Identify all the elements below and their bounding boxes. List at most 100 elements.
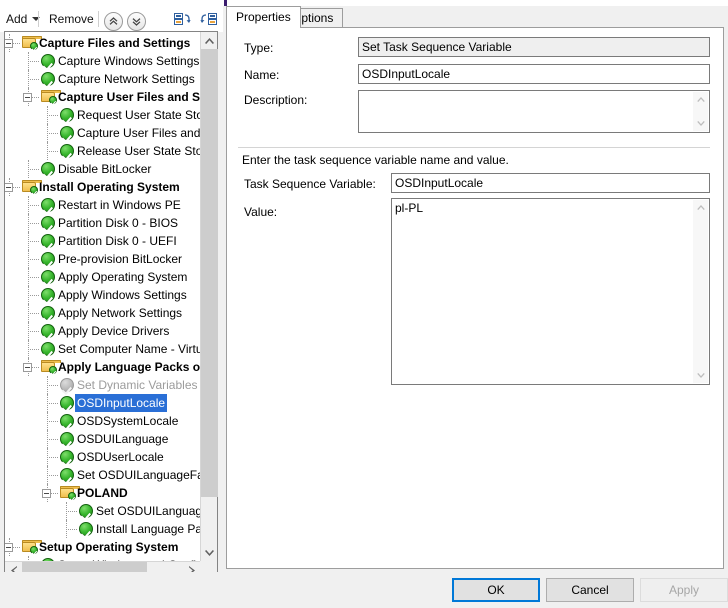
- chevron-down-icon: [696, 121, 705, 126]
- tree-item[interactable]: OSDUILanguage: [5, 430, 200, 448]
- task-sequence-editor-window: Add Remove Capture Files and Settings Ca…: [0, 0, 728, 608]
- tree-item[interactable]: Restart in Windows PE: [5, 196, 200, 214]
- tree-item[interactable]: OSDUserLocale: [5, 448, 200, 466]
- description-scrollbar[interactable]: [693, 92, 708, 131]
- tree-item[interactable]: Apply Device Drivers: [5, 322, 200, 340]
- tree-item[interactable]: Partition Disk 0 - UEFI: [5, 232, 200, 250]
- name-label: Name:: [244, 68, 280, 82]
- scroll-up-arrow[interactable]: [201, 32, 218, 49]
- remove-button-label: Remove: [49, 12, 94, 26]
- task-sequence-tree[interactable]: Capture Files and Settings Capture Window…: [4, 31, 218, 579]
- tree-item[interactable]: Capture User Files and Se: [5, 124, 200, 142]
- check-icon: [41, 162, 55, 176]
- tree-expander-minus[interactable]: [5, 183, 13, 192]
- tree-item[interactable]: OSDSystemLocale: [5, 412, 200, 430]
- tree-item[interactable]: Capture User Files and S: [5, 88, 200, 106]
- task-sequence-variable-field[interactable]: OSDInputLocale: [391, 173, 710, 193]
- dialog-footer: OK Cancel Apply: [0, 572, 728, 608]
- chevron-down-icon: [696, 373, 705, 378]
- tree-item[interactable]: Setup Operating System: [5, 538, 200, 556]
- tree-expander-minus[interactable]: [23, 93, 32, 102]
- tree-item-label: OSDSystemLocale: [77, 414, 179, 428]
- tree-connector: [28, 268, 30, 286]
- tab-strip: Properties Options: [226, 6, 728, 28]
- tree-item[interactable]: OSDInputLocale: [5, 394, 200, 412]
- tree-connector: [47, 412, 49, 430]
- check-icon: [41, 198, 55, 212]
- toolbar-separator-1: [38, 11, 39, 27]
- tab-properties-label: Properties: [236, 10, 291, 24]
- tree-expander-minus[interactable]: [23, 363, 32, 372]
- tree-item[interactable]: Set Dynamic Variables: [5, 376, 200, 394]
- tree-item[interactable]: Capture Network Settings: [5, 70, 200, 88]
- tree-connector: [28, 196, 30, 214]
- tree-expander-minus[interactable]: [5, 543, 13, 552]
- tree-item[interactable]: Apply Windows Settings: [5, 286, 200, 304]
- remove-button[interactable]: Remove: [45, 9, 98, 29]
- instruction-text: Enter the task sequence variable name an…: [242, 153, 509, 167]
- expand-all-button[interactable]: [198, 11, 218, 29]
- tree-item[interactable]: Apply Operating System: [5, 268, 200, 286]
- section-divider: [238, 147, 710, 148]
- tree-connector: [28, 160, 30, 178]
- move-down-button[interactable]: [127, 12, 146, 31]
- value-scroll-down[interactable]: [693, 368, 708, 383]
- tree-item[interactable]: Release User State Storag: [5, 142, 200, 160]
- description-scroll-up[interactable]: [693, 92, 708, 107]
- value-scroll-up[interactable]: [693, 200, 708, 215]
- value-scrollbar[interactable]: [693, 200, 708, 383]
- tree-item[interactable]: Set OSDUILanguage: [5, 502, 200, 520]
- tree-item-label: Capture Windows Settings: [58, 54, 200, 68]
- tree-item[interactable]: Apply Language Packs o: [5, 358, 200, 376]
- check-disabled-icon: [60, 378, 74, 392]
- tree-expander-minus[interactable]: [5, 39, 13, 48]
- collapse-all-button[interactable]: [172, 11, 192, 29]
- tree-item-label: Install Language Pack: [96, 522, 200, 536]
- folder-check-icon: [22, 180, 42, 194]
- tree-item[interactable]: Set Computer Name - Virtual: [5, 340, 200, 358]
- apply-button-label: Apply: [668, 583, 700, 597]
- tree-item[interactable]: Set OSDUILanguageFallb: [5, 466, 200, 484]
- ok-button[interactable]: OK: [452, 578, 540, 602]
- value-field[interactable]: pl-PL: [391, 198, 710, 385]
- cancel-button-label: Cancel: [571, 583, 609, 597]
- tree-connector: [47, 124, 49, 142]
- tree-item-label: Restart in Windows PE: [58, 198, 181, 212]
- value-label: Value:: [244, 205, 278, 219]
- tree-item[interactable]: Request User State Storag: [5, 106, 200, 124]
- apply-button: Apply: [640, 578, 728, 602]
- check-icon: [79, 504, 93, 518]
- scroll-down-arrow[interactable]: [201, 544, 218, 561]
- tree-item[interactable]: Apply Network Settings: [5, 304, 200, 322]
- properties-panel: Type: Set Task Sequence Variable Name: O…: [226, 27, 724, 569]
- tree-item[interactable]: Install Operating System: [5, 178, 200, 196]
- tree-item-label: Capture User Files and S: [58, 90, 200, 104]
- tree-item[interactable]: Disable BitLocker: [5, 160, 200, 178]
- name-field[interactable]: OSDInputLocale: [358, 64, 710, 84]
- tree-item[interactable]: Capture Files and Settings: [5, 34, 200, 52]
- tree-connector: [47, 142, 49, 160]
- tree-vertical-scrollbar[interactable]: [200, 32, 218, 561]
- tree-connector: [28, 52, 30, 70]
- cancel-button[interactable]: Cancel: [546, 578, 634, 602]
- check-icon: [60, 108, 74, 122]
- move-up-button[interactable]: [104, 12, 123, 31]
- description-scroll-down[interactable]: [693, 116, 708, 131]
- tree-item[interactable]: Install Language Pack: [5, 520, 200, 538]
- tab-panel-seam: [228, 27, 282, 29]
- type-label: Type:: [244, 41, 274, 55]
- tree-connector: [47, 466, 49, 484]
- tree-item[interactable]: Capture Windows Settings: [5, 52, 200, 70]
- description-field[interactable]: [358, 90, 710, 133]
- scroll-thumb-vertical[interactable]: [201, 49, 218, 497]
- tree-expander-minus[interactable]: [42, 489, 51, 498]
- check-icon: [60, 414, 74, 428]
- tree-item[interactable]: Partition Disk 0 - BIOS: [5, 214, 200, 232]
- tree-item[interactable]: Pre-provision BitLocker: [5, 250, 200, 268]
- tab-properties[interactable]: Properties: [226, 6, 301, 28]
- toolbar-separator-2: [98, 11, 99, 27]
- tree-item-label: POLAND: [77, 486, 128, 500]
- tree-item[interactable]: POLAND: [5, 484, 200, 502]
- chevron-down-icon: [205, 549, 214, 556]
- check-icon: [41, 288, 55, 302]
